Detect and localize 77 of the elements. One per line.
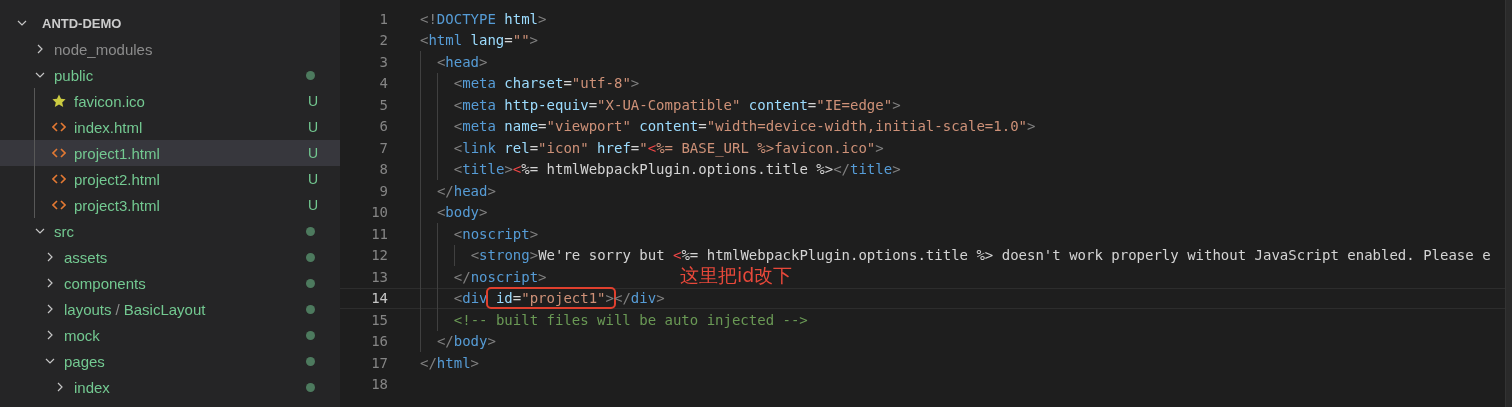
line-number: 12 [370, 247, 388, 264]
code-brackets-icon [52, 199, 66, 211]
code-line: <meta charset="utf-8"> [453, 75, 640, 92]
file-tree-item[interactable]: index.html U [0, 114, 340, 140]
folder-tree-item[interactable]: layouts / BasicLayout [0, 296, 340, 322]
item-name: public [54, 66, 94, 84]
git-status: U [307, 93, 318, 109]
git-status: U [307, 119, 318, 135]
code-line: <meta name="viewport" content="width=device-width,initial-scale=1.0"> [453, 118, 1036, 135]
git-status: U [307, 145, 318, 161]
line-number: 3 [378, 53, 388, 70]
code-line: </html> [420, 354, 479, 371]
item-name: index [74, 378, 110, 396]
folder-tree-item[interactable]: public [0, 62, 340, 88]
item-name: BasicLayout [123, 300, 206, 318]
code-line: <noscript> [453, 225, 539, 242]
folder-tree-item[interactable]: components [0, 270, 340, 296]
line-number: 18 [370, 376, 388, 393]
code-brackets-icon [52, 173, 66, 185]
git-status: U [307, 171, 318, 187]
line-number: 8 [378, 161, 388, 178]
project-root[interactable]: ANTD-DEMO [0, 10, 340, 36]
folder-tree-item[interactable]: pages [0, 348, 340, 374]
item-name: src [54, 222, 74, 240]
item-name: project1.html [74, 144, 160, 162]
line-number: 7 [378, 139, 388, 156]
folder-tree-item[interactable]: assets [0, 244, 340, 270]
item-name: project3.html [74, 196, 160, 214]
code-line: <html lang=""> [420, 32, 539, 49]
code-line: <body> [436, 204, 488, 221]
line-number: 13 [370, 268, 388, 285]
code-line: </head> [436, 182, 496, 199]
line-number: 1 [378, 10, 388, 27]
line-number: 17 [370, 354, 388, 371]
line-number: 14 [370, 290, 388, 307]
item-name: favicon.ico [74, 92, 145, 110]
code-line: <title><%= htmlWebpackPlugin.options.title %></title> [453, 161, 901, 178]
item-name: project2.html [74, 170, 160, 188]
code-line: <link rel="icon" href="<%= BASE_URL %>favicon.ico"> [453, 139, 884, 156]
folder-tree-item[interactable]: mock [0, 322, 340, 348]
line-number: 2 [378, 32, 388, 49]
code-brackets-icon [52, 147, 66, 159]
git-status: U [307, 197, 318, 213]
folder-tree-item[interactable]: node_modules [0, 36, 340, 62]
line-number: 4 [378, 75, 388, 92]
file-tree-item[interactable]: project3.html U [0, 192, 340, 218]
line-number: 9 [378, 182, 388, 199]
folder-tree-item[interactable]: src [0, 218, 340, 244]
item-name: assets [64, 248, 108, 266]
file-tree-item[interactable]: favicon.ico U [0, 88, 340, 114]
code-line: </noscript> [453, 268, 547, 285]
annotation-note: 这里把id改下 [680, 263, 793, 288]
line-number: 11 [370, 225, 388, 242]
line-number: 5 [378, 96, 388, 113]
line-number: 6 [378, 118, 388, 135]
annotation-box: id="project1"> [485, 287, 616, 310]
code-line: <strong>We're sorry but <%= htmlWebpackPlugin.options.title %> doesn't work properly without JavaScript enabled. Please e [470, 247, 1491, 264]
code-line: <!DOCTYPE html> [420, 10, 547, 27]
path-separator: / [115, 300, 120, 318]
code-line: <meta http-equiv="X-UA-Compatible" content="IE=edge"> [453, 96, 901, 113]
item-name: layouts [64, 300, 112, 318]
code-brackets-icon [52, 121, 66, 133]
folder-tree-item[interactable]: index [0, 374, 340, 400]
file-tree-item[interactable]: project1.html U [0, 140, 340, 166]
line-number: 10 [370, 204, 388, 221]
star-icon [52, 94, 66, 108]
item-name: pages [64, 352, 105, 370]
line-number: 16 [370, 333, 388, 350]
item-name: mock [64, 326, 100, 344]
code-line: <!-- built files will be auto injected --> [453, 311, 808, 328]
code-line: <head> [436, 53, 488, 70]
item-name: index.html [74, 118, 143, 136]
item-name: node_modules [54, 40, 153, 58]
file-tree-item[interactable]: project2.html U [0, 166, 340, 192]
item-name: components [64, 274, 146, 292]
code-line: </body> [436, 333, 496, 350]
line-number: 15 [370, 311, 388, 328]
